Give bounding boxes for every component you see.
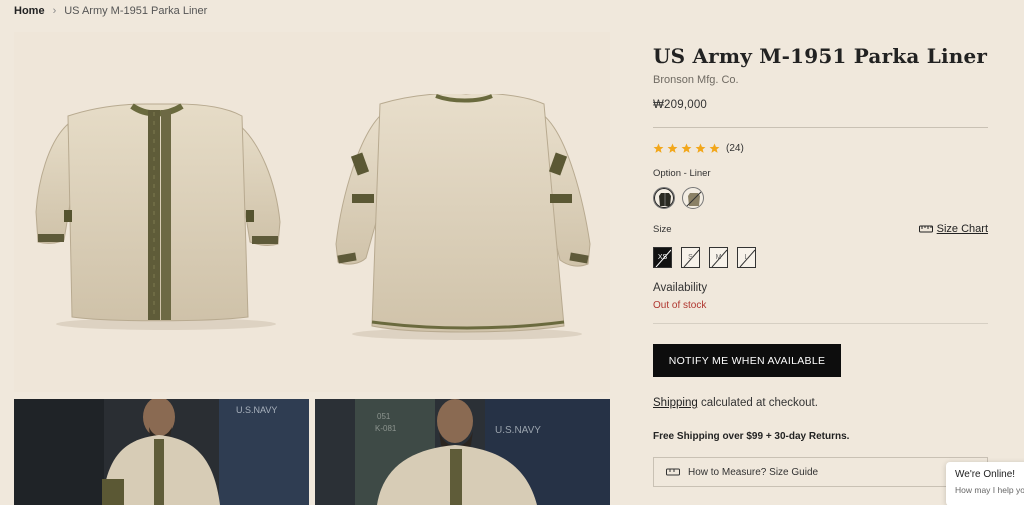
jacket-swatch-icon-disabled (685, 190, 703, 208)
free-shipping-note: Free Shipping over $99 + 30-day Returns. (653, 431, 850, 442)
size-option-l[interactable]: L (737, 247, 756, 268)
product-title: US Army M-1951 Parka Liner (653, 44, 988, 68)
navy-text-2: U.S.NAVY (495, 425, 541, 436)
product-vendor[interactable]: Bronson Mfg. Co. (653, 74, 989, 86)
size-option-m[interactable]: M (709, 247, 728, 268)
chat-widget[interactable]: We're Online! How may I help you today? (946, 462, 1024, 505)
measure-guide-accordion[interactable]: How to Measure? Size Guide (653, 457, 988, 487)
size-option-label: S (688, 254, 693, 261)
svg-text:051: 051 (377, 412, 391, 421)
star-icon (709, 143, 720, 153)
size-chart-label: Size Chart (936, 223, 988, 235)
breadcrumb-separator: › (52, 5, 57, 17)
chat-title: We're Online! (955, 469, 1016, 480)
size-option-s[interactable]: S (681, 247, 700, 268)
size-option-label: L (744, 254, 749, 261)
model-photo-2[interactable]: 051 K-081 U.S.NAVY (315, 399, 610, 505)
divider (653, 323, 988, 324)
availability-label: Availability (653, 282, 708, 294)
size-option-label: XS (657, 254, 668, 261)
option-label: Option - Liner (653, 168, 989, 179)
option-swatches (653, 187, 989, 209)
ruler-icon (666, 468, 680, 476)
star-icon (695, 143, 706, 153)
shipping-link[interactable]: Shipping (653, 397, 698, 409)
star-icon (681, 143, 692, 153)
shipping-info: Shipping calculated at checkout. (653, 397, 989, 409)
size-chart-link[interactable]: Size Chart (918, 223, 988, 235)
chat-subtitle: How may I help you today? (955, 485, 1024, 495)
star-icon (653, 143, 664, 153)
navy-text-1: U.S.NAVY (236, 405, 277, 415)
shipping-text: calculated at checkout. (697, 397, 818, 409)
swatch-parka[interactable] (682, 187, 704, 209)
product-price: ₩209,000 (653, 99, 708, 111)
svg-text:K-081: K-081 (375, 424, 397, 433)
size-options: XS S M L (653, 247, 989, 268)
swatch-liner[interactable] (653, 187, 675, 209)
size-label: Size (653, 223, 672, 235)
ruler-icon (918, 225, 933, 233)
availability-status: Out of stock (653, 300, 707, 311)
product-info: US Army M-1951 Parka Liner Bronson Mfg. … (653, 44, 989, 487)
jacket-front-image[interactable] (28, 102, 288, 335)
breadcrumb: Home › US Army M-1951 Parka Liner (14, 5, 207, 17)
option-selected-value: Liner (689, 168, 711, 179)
product-rating[interactable]: (24) (653, 143, 989, 154)
star-icon (667, 143, 678, 153)
breadcrumb-current: US Army M-1951 Parka Liner (64, 5, 208, 17)
product-gallery (14, 32, 610, 392)
option-label-prefix: Option - (653, 168, 690, 179)
model-photo-1[interactable]: U.S.NAVY (14, 399, 309, 505)
breadcrumb-home-link[interactable]: Home (14, 5, 45, 17)
divider (653, 127, 988, 128)
size-row: Size Size Chart (653, 223, 988, 235)
size-option-xs[interactable]: XS (653, 247, 672, 268)
measure-guide-label: How to Measure? Size Guide (688, 466, 819, 478)
review-count: (24) (726, 143, 744, 154)
jacket-swatch-icon (659, 193, 671, 206)
size-option-label: M (715, 254, 722, 261)
jacket-back-image[interactable] (332, 92, 594, 349)
notify-me-button[interactable]: NOTIFY ME WHEN AVAILABLE (653, 344, 841, 377)
